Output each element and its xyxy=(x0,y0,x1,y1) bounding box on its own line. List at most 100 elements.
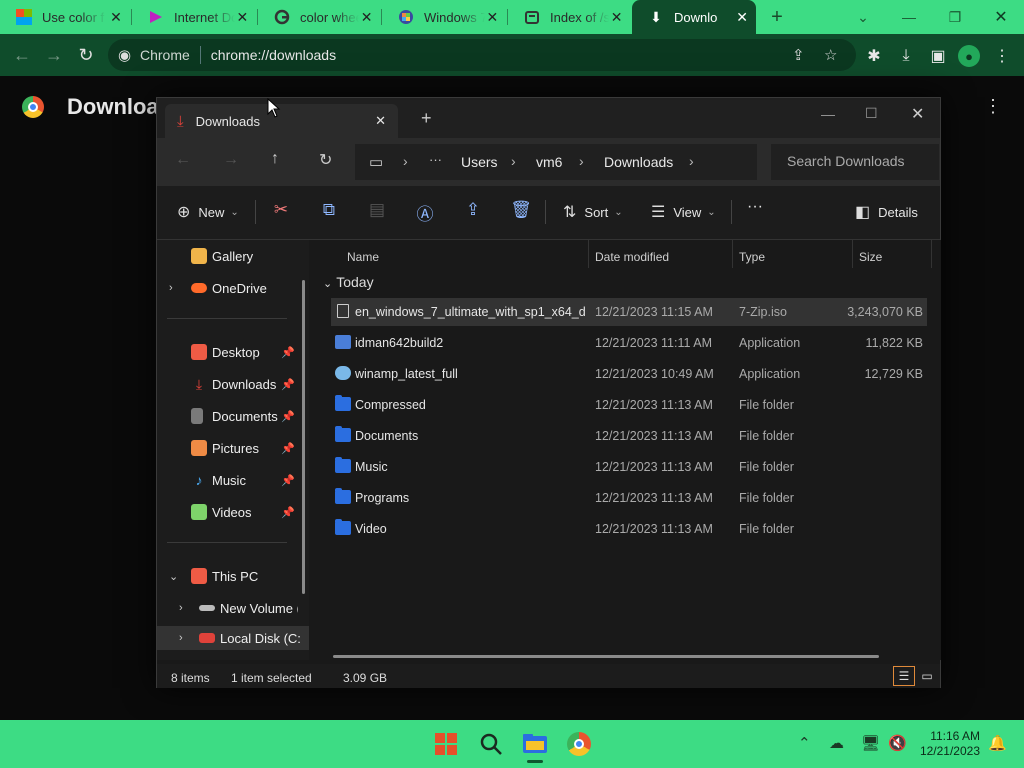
divider xyxy=(255,200,256,224)
address-bar[interactable]: ▭ › ··· Users › vm6 › Downloads › xyxy=(355,144,757,180)
explorer-tab[interactable]: ⤓ Downloads ✕ xyxy=(165,104,398,138)
horizontal-scrollbar[interactable] xyxy=(333,655,879,658)
file-row[interactable]: Music 12/21/2023 11:13 AM File folder xyxy=(331,453,927,481)
forward-icon[interactable]: → xyxy=(223,151,239,169)
file-row[interactable]: Programs 12/21/2023 11:13 AM File folder xyxy=(331,484,927,512)
network-icon[interactable]: 🖥 xyxy=(861,734,880,752)
file-row[interactable]: winamp_latest_full 12/21/2023 10:49 AM A… xyxy=(331,360,927,388)
minimize-icon[interactable]: — xyxy=(821,106,835,122)
sidebar-item-local-disk[interactable]: › Local Disk (C:) xyxy=(157,626,309,650)
sidebar-item-desktop[interactable]: Desktop 📌 xyxy=(157,340,309,364)
more-locations-icon[interactable]: ··· xyxy=(429,152,442,167)
chevron-right-icon[interactable]: › xyxy=(179,632,183,644)
file-row[interactable]: en_windows_7_ultimate_with_sp1_x64_dv...… xyxy=(331,298,927,326)
file-row[interactable]: Documents 12/21/2023 11:13 AM File folde… xyxy=(331,422,927,450)
notification-bell-icon[interactable]: 🔔 xyxy=(988,734,1007,752)
search-icon[interactable] xyxy=(477,730,505,758)
maximize-icon[interactable]: ☐ xyxy=(865,105,878,122)
paste-icon[interactable]: ▤ xyxy=(366,200,388,220)
column-type[interactable]: Type xyxy=(739,250,765,264)
details-button[interactable]: ◧ Details xyxy=(855,202,918,222)
close-tab-icon[interactable]: ✕ xyxy=(485,9,500,26)
bookmark-star-icon[interactable]: ☆ xyxy=(824,46,837,64)
up-icon[interactable]: ↑ xyxy=(271,150,279,168)
more-menu-icon[interactable]: ⋮ xyxy=(984,96,1002,117)
sidebar-item-downloads[interactable]: ⤓ Downloads 📌 xyxy=(157,372,309,396)
sidebar-item-gallery[interactable]: Gallery xyxy=(157,244,309,268)
close-tab-icon[interactable]: ✕ xyxy=(609,9,624,26)
sidebar-item-music[interactable]: ♪ Music 📌 xyxy=(157,468,309,492)
sidebar-item-new-volume[interactable]: › New Volume ( xyxy=(157,596,309,620)
cut-icon[interactable]: ✂ xyxy=(270,200,292,220)
view-button[interactable]: ☰ View ⌄ xyxy=(651,202,716,222)
close-tab-icon[interactable]: ✕ xyxy=(359,9,374,26)
start-button[interactable] xyxy=(432,730,460,758)
chrome-taskbar-icon[interactable] xyxy=(565,730,593,758)
details-view-icon[interactable]: ☰ xyxy=(893,666,915,686)
column-size[interactable]: Size xyxy=(859,250,882,264)
show-hidden-icons-chevron-icon[interactable]: ⌃ xyxy=(798,734,811,752)
breadcrumb-vm6[interactable]: vm6 xyxy=(536,154,562,170)
rename-icon[interactable]: Ⓐ xyxy=(414,200,436,225)
new-tab-button[interactable]: + xyxy=(766,6,788,29)
browser-tab-active[interactable]: ⬇ Downloads ✕ xyxy=(632,0,756,34)
close-tab-icon[interactable]: ✕ xyxy=(375,113,386,129)
browser-tab[interactable]: Internet Do ✕ xyxy=(132,0,258,34)
onedrive-tray-icon[interactable]: ☁ xyxy=(829,734,844,752)
column-name[interactable]: Name xyxy=(347,250,379,264)
search-input[interactable]: Search Downloads xyxy=(771,144,939,180)
file-row[interactable]: Video 12/21/2023 11:13 AM File folder xyxy=(331,515,927,543)
file-explorer-taskbar-icon[interactable] xyxy=(521,730,549,763)
sort-button[interactable]: ⇅ Sort ⌄ xyxy=(563,202,623,222)
sidebar-item-this-pc[interactable]: ⌄ This PC xyxy=(157,564,309,588)
restore-icon[interactable]: ❐ xyxy=(932,0,978,34)
back-icon[interactable]: ← xyxy=(8,41,36,69)
tab-search-icon[interactable]: ⌄ xyxy=(840,0,886,34)
copy-icon[interactable]: ⧉ xyxy=(318,200,340,220)
sidebar-scrollbar[interactable] xyxy=(302,280,305,594)
tiles-view-icon[interactable]: ▭ xyxy=(919,667,935,685)
file-row[interactable]: Compressed 12/21/2023 11:13 AM File fold… xyxy=(331,391,927,419)
close-window-icon[interactable]: ✕ xyxy=(978,0,1024,34)
file-row[interactable]: idman642build2 12/21/2023 11:11 AM Appli… xyxy=(331,329,927,357)
breadcrumb-downloads[interactable]: Downloads xyxy=(604,154,673,170)
close-window-icon[interactable]: ✕ xyxy=(911,104,924,124)
forward-icon[interactable]: → xyxy=(40,41,68,69)
browser-tab[interactable]: color whee ✕ xyxy=(258,0,382,34)
sidebar-item-pictures[interactable]: Pictures 📌 xyxy=(157,436,309,460)
new-button[interactable]: ⊕ New ⌄ xyxy=(177,202,239,222)
back-icon[interactable]: ← xyxy=(175,151,191,169)
profile-avatar-icon[interactable]: ● xyxy=(958,45,980,67)
browser-tab[interactable]: Windows 7 ✕ xyxy=(382,0,508,34)
refresh-icon[interactable]: ↻ xyxy=(319,150,332,170)
close-tab-icon[interactable]: ✕ xyxy=(235,9,250,26)
sidebar-item-documents[interactable]: Documents 📌 xyxy=(157,404,309,428)
side-panel-icon[interactable]: ▣ xyxy=(928,46,948,66)
chevron-right-icon[interactable]: › xyxy=(179,602,183,614)
browser-tab[interactable]: Use color f ✕ xyxy=(0,0,132,34)
chevron-down-icon[interactable]: ⌄ xyxy=(169,570,178,583)
sidebar-item-onedrive[interactable]: › OneDrive xyxy=(157,276,309,300)
reload-icon[interactable]: ↻ xyxy=(72,41,100,69)
delete-icon[interactable]: 🗑 xyxy=(510,200,532,220)
new-tab-icon[interactable]: + xyxy=(421,108,432,129)
share-icon[interactable]: ⇪ xyxy=(462,200,484,220)
address-bar[interactable]: ◉ Chrome chrome://downloads ⇪ ☆ xyxy=(108,39,856,71)
see-more-button[interactable]: ··· xyxy=(747,198,763,216)
browser-tab[interactable]: Index of /s ✕ xyxy=(508,0,632,34)
extensions-icon[interactable]: ✱ xyxy=(864,46,884,66)
file-name: winamp_latest_full xyxy=(355,367,458,381)
system-clock[interactable]: 11:16 AM 12/21/2023 xyxy=(920,729,980,759)
close-tab-icon[interactable]: ✕ xyxy=(736,9,748,26)
share-icon[interactable]: ⇪ xyxy=(792,46,805,64)
column-date-modified[interactable]: Date modified xyxy=(595,250,669,264)
chrome-menu-icon[interactable]: ⋮ xyxy=(992,46,1012,66)
group-header-today[interactable]: ⌄ Today xyxy=(323,274,374,290)
volume-muted-icon[interactable]: 🔇 xyxy=(888,734,907,752)
close-tab-icon[interactable]: ✕ xyxy=(108,9,124,26)
sidebar-item-videos[interactable]: Videos 📌 xyxy=(157,500,309,524)
downloads-icon[interactable]: ⤓ xyxy=(896,46,916,66)
minimize-icon[interactable]: — xyxy=(886,0,932,34)
breadcrumb-users[interactable]: Users xyxy=(461,154,498,170)
chevron-right-icon[interactable]: › xyxy=(169,282,173,294)
